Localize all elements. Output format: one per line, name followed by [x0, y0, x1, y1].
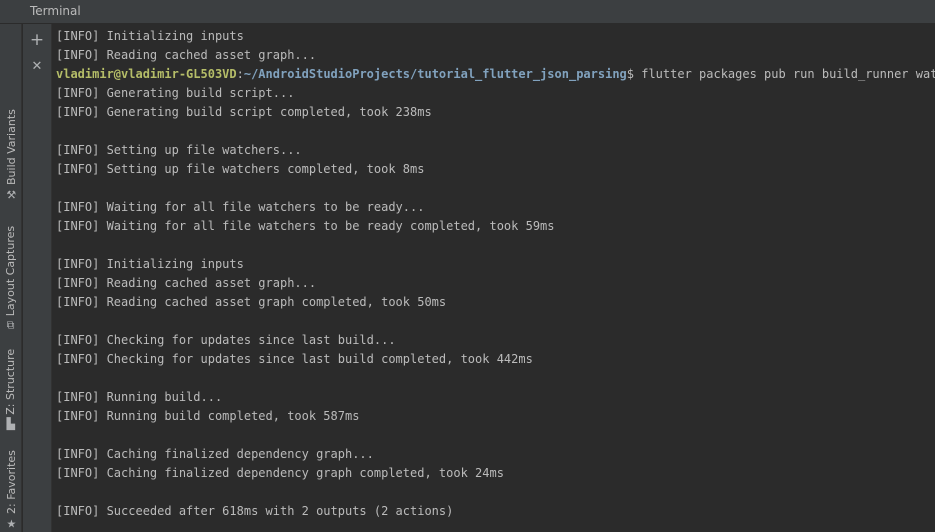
terminal-line: [INFO] Initializing inputs [56, 257, 244, 271]
terminal-line: [INFO] Caching finalized dependency grap… [56, 466, 504, 480]
terminal-line: [INFO] Generating build script... [56, 86, 295, 100]
prompt-path: ~/AndroidStudioProjects/tutorial_flutter… [243, 67, 627, 81]
build-variants-icon: ⚒ [6, 187, 16, 201]
tool-window-title: Terminal [30, 4, 81, 18]
terminal-line: [INFO] Running build... [56, 390, 223, 404]
layout-captures-icon: ⧉ [7, 318, 15, 332]
star-icon: ★ [6, 516, 16, 530]
terminal-line: [INFO] Running build completed, took 587… [56, 409, 360, 423]
terminal-line: [INFO] Initializing inputs [56, 29, 244, 43]
terminal-line: [INFO] Setting up file watchers complete… [56, 162, 425, 176]
terminal-line: [INFO] Checking for updates since last b… [56, 333, 396, 347]
terminal-line: [INFO] Setting up file watchers... [56, 143, 302, 157]
side-tab-layout-captures[interactable]: ⧉ Layout Captures [0, 222, 22, 332]
terminal-window: Terminal ⚒ Build Variants ⧉ Layout Captu… [0, 0, 935, 532]
structure-icon: ▙ [6, 416, 16, 430]
terminal-line: [INFO] Waiting for all file watchers to … [56, 219, 555, 233]
prompt-line: vladimir@vladimir-GL503VD:~/AndroidStudi… [56, 65, 935, 84]
new-session-button[interactable]: + [27, 30, 47, 50]
side-tab-label: 2: Favorites [4, 449, 18, 514]
left-tool-stripe: ⚒ Build Variants ⧉ Layout Captures ▙ Z: … [0, 24, 22, 532]
terminal-line: [INFO] Reading cached asset graph... [56, 276, 317, 290]
prompt-separator: : [236, 67, 244, 81]
terminal-output[interactable]: [INFO] Initializing inputs [INFO] Readin… [52, 24, 935, 532]
prompt-symbol: $ [626, 67, 634, 81]
terminal-line: [INFO] Caching finalized dependency grap… [56, 447, 374, 461]
terminal-line: [INFO] Succeeded after 618ms with 2 outp… [56, 504, 454, 518]
side-tab-label: Layout Captures [4, 225, 18, 316]
side-tab-favorites[interactable]: ★ 2: Favorites [0, 446, 22, 532]
side-tab-label: Z: Structure [4, 348, 18, 415]
plus-icon: + [29, 30, 45, 50]
side-tab-structure[interactable]: ▙ Z: Structure [0, 346, 22, 430]
side-tab-label: Build Variants [4, 108, 18, 185]
terminal-line: [INFO] Generating build script completed… [56, 105, 432, 119]
terminal-line: [INFO] Waiting for all file watchers to … [56, 200, 425, 214]
terminal-line: [INFO] Reading cached asset graph... [56, 48, 317, 62]
side-tab-build-variants[interactable]: ⚒ Build Variants [0, 104, 22, 204]
terminal-line: [INFO] Checking for updates since last b… [56, 352, 533, 366]
prompt-command: flutter packages pub run build_runner wa… [634, 67, 935, 81]
terminal-line: [INFO] Reading cached asset graph comple… [56, 295, 447, 309]
close-session-button[interactable]: ✕ [27, 56, 47, 76]
tool-window-header: Terminal [0, 0, 935, 24]
terminal-toolbar: + ✕ [23, 24, 52, 532]
close-icon: ✕ [31, 58, 43, 74]
prompt-user-host: vladimir@vladimir-GL503VD [56, 67, 237, 81]
